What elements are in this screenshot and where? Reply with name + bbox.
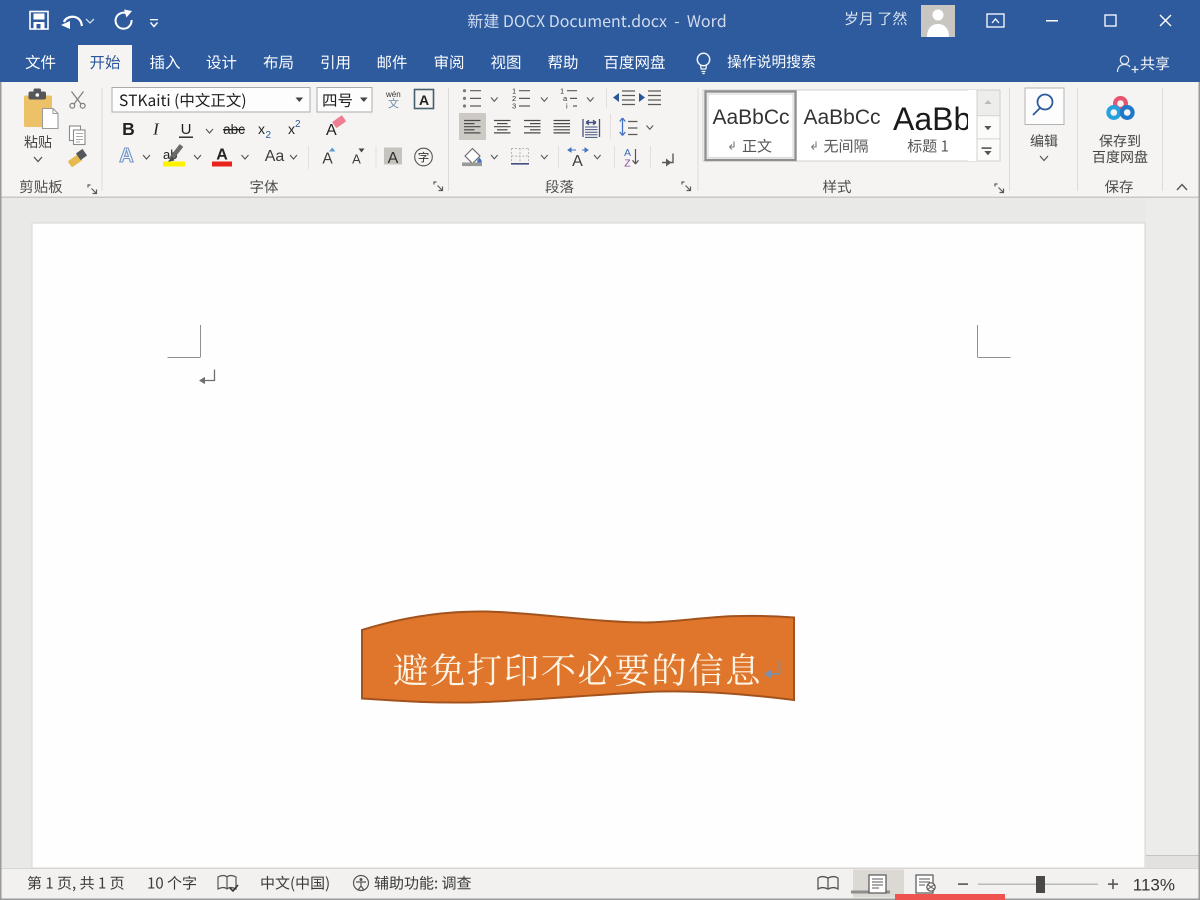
svg-text:3: 3 (512, 102, 516, 111)
svg-text:AaBbCc: AaBbCc (803, 106, 880, 129)
svg-text:2: 2 (295, 119, 301, 130)
svg-text:A: A (322, 151, 333, 168)
svg-text:Aa: Aa (265, 148, 285, 165)
svg-text:A: A (119, 145, 133, 167)
svg-text:x: x (288, 121, 295, 137)
svg-text:AaBbCc: AaBbCc (712, 106, 789, 129)
svg-text:A: A (216, 147, 228, 164)
svg-text:Z: Z (624, 158, 631, 170)
svg-text:2: 2 (266, 130, 272, 141)
svg-text:A: A (572, 153, 583, 170)
svg-text:A: A (419, 92, 429, 108)
svg-text:A: A (352, 152, 361, 167)
svg-text:U: U (181, 121, 192, 138)
svg-text:wén: wén (385, 90, 401, 99)
svg-text:113%: 113% (1133, 876, 1175, 895)
svg-text:A: A (388, 150, 399, 167)
svg-text:x: x (258, 121, 265, 137)
svg-text:B: B (122, 119, 135, 139)
